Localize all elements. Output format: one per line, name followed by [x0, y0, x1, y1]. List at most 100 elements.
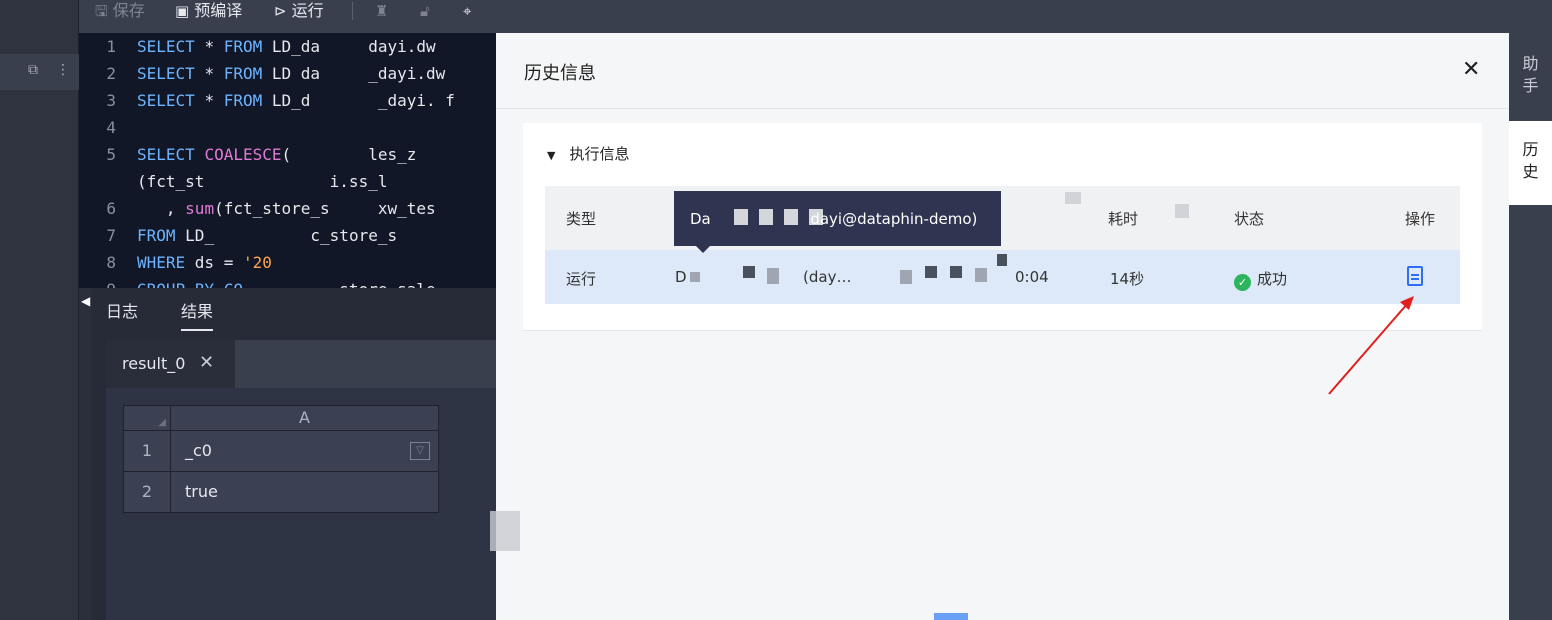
code-token: * — [204, 91, 224, 110]
status-label: 成功 — [1257, 270, 1288, 288]
redacted-block — [925, 266, 937, 278]
table-cell[interactable]: _c0 ▽ — [170, 430, 439, 472]
row-header[interactable]: 2 — [123, 471, 171, 513]
tooltip: Da dayi@dataphin-demo) — [674, 191, 1001, 253]
location-pin-icon: ⌖ — [463, 2, 472, 20]
result-panel: result_0 ✕ ◢ A 1 _c0 ▽ 2 true — [106, 340, 497, 620]
code-token: SELECT — [137, 145, 205, 164]
redacted-block — [784, 209, 798, 225]
run-label: 运行 — [291, 1, 324, 20]
row-time: 0:04 — [1015, 268, 1049, 286]
code-token: _dayi. f — [310, 91, 455, 110]
section-header[interactable]: ▼ 执行信息 — [547, 143, 629, 164]
line-number: 7 — [106, 226, 116, 245]
code-line[interactable]: 6 , sum(fct_store_s xw_tes — [79, 195, 499, 222]
tooltip-suffix: dayi@dataphin-demo) — [810, 210, 978, 228]
line-number: 5 — [106, 145, 116, 164]
assistant-char-1: 助 — [1522, 54, 1539, 73]
brush-icon: ♜ — [375, 2, 389, 20]
history-char-2: 史 — [1522, 162, 1539, 181]
copy-icon[interactable]: ⧉ — [28, 62, 38, 78]
column-duration: 耗时 — [1108, 210, 1139, 228]
check-circle-icon: ✓ — [1234, 274, 1251, 291]
save-label: 保存 — [112, 1, 145, 20]
table-cell[interactable]: true — [170, 471, 439, 513]
left-panel: ⧉ ⋮ — [0, 0, 79, 620]
sql-editor[interactable]: 1 SELECT * FROM LD_da dayi.dw 2 SELECT * FR… — [79, 33, 499, 288]
code-token: SELECT — [137, 64, 205, 83]
more-icon[interactable]: ⋮ — [56, 62, 70, 78]
result-tab-bar: result_0 ✕ — [106, 340, 497, 388]
row-submitter-suffix: (day… — [803, 268, 852, 286]
tab-assistant[interactable]: 助 手 — [1509, 49, 1552, 109]
code-token: ds = — [194, 253, 243, 272]
close-icon[interactable]: ✕ — [199, 352, 214, 373]
line-number: 8 — [106, 253, 116, 272]
tab-history[interactable]: 历 史 — [1509, 121, 1552, 205]
code-token: * — [204, 64, 224, 83]
submitter-prefix: D — [675, 268, 687, 286]
tab-log[interactable]: 日志 — [106, 298, 138, 322]
code-token: les_z — [291, 145, 417, 164]
collapse-arrow-icon[interactable]: ◀ — [81, 294, 90, 308]
code-line[interactable]: 7 FROM LD_ c_store_s — [79, 222, 499, 249]
run-icon: ⊳ — [274, 2, 287, 20]
redacted-block — [490, 511, 520, 551]
run-button[interactable]: ⊳ 运行 — [274, 0, 324, 22]
redacted-block — [809, 209, 823, 225]
code-line[interactable]: 3 SELECT * FROM LD_d _dayi. f — [79, 87, 499, 114]
tooltip-prefix: Da — [690, 210, 711, 228]
filter-icon[interactable]: ▽ — [410, 442, 430, 460]
location-button[interactable]: ⌖ — [463, 0, 471, 22]
code-token: i.ss_l — [204, 172, 388, 191]
code-token: WHERE — [137, 253, 195, 272]
selected-node[interactable]: ⧉ ⋮ — [0, 54, 79, 90]
code-token: _dayi.dw — [320, 64, 446, 83]
lock-icon: 🔓︎ — [420, 2, 430, 20]
code-token: xw_tes — [329, 199, 436, 218]
row-status: ✓ 成功 — [1234, 268, 1287, 291]
code-line[interactable]: 4 — [79, 114, 499, 141]
result-tab[interactable]: result_0 ✕ — [106, 340, 235, 388]
lock-button[interactable]: 🔓︎ — [420, 0, 430, 22]
code-token: , — [137, 199, 186, 218]
redacted-block — [900, 270, 912, 284]
table-row[interactable]: 运行 D (day… 0:04 14秒 ✓ 成功 — [545, 250, 1460, 304]
code-token: SELECT — [137, 91, 205, 110]
close-icon[interactable]: ✕ — [1462, 57, 1480, 82]
document-icon[interactable] — [1407, 266, 1423, 286]
code-token: FROM — [137, 226, 186, 245]
code-line[interactable]: (fct_st i.ss_l — [79, 168, 499, 195]
code-line[interactable]: 5 SELECT COALESCE( les_z — [79, 141, 499, 168]
code-token: LD_d — [271, 91, 311, 110]
line-number: 3 — [106, 91, 116, 110]
code-token: c_store_s — [214, 226, 398, 245]
precompile-button[interactable]: ▣ 预编译 — [175, 0, 242, 22]
caret-down-icon[interactable]: ▼ — [547, 149, 555, 162]
execution-info-card: ▼ 执行信息 类型 耗时 状态 操作 运行 D (day… 0:04 14秒 ✓… — [523, 123, 1482, 331]
precompile-icon: ▣ — [175, 2, 190, 20]
redacted-block — [1065, 192, 1081, 204]
grid-corner[interactable]: ◢ — [123, 405, 171, 431]
editor-toolbar: 🖫 保存 ▣ 预编译 ⊳ 运行 ♜ 🔓︎ ⌖ — [79, 0, 1552, 33]
line-number: 6 — [106, 199, 116, 218]
column-header-a[interactable]: A — [170, 405, 439, 431]
code-token: GROUP BY CO — [137, 280, 243, 288]
code-line[interactable]: 9GROUP BY CO store_sale — [79, 276, 499, 288]
tab-result[interactable]: 结果 — [181, 298, 214, 331]
code-line[interactable]: 2 SELECT * FROM LD da _dayi.dw — [79, 60, 499, 87]
format-button[interactable]: ♜ — [375, 0, 388, 22]
redacted-block — [743, 266, 755, 278]
code-token: SELECT — [137, 37, 205, 56]
redacted-block — [997, 254, 1007, 266]
redacted-block — [767, 268, 779, 284]
code-line[interactable]: 8 WHERE ds = '20 — [79, 249, 499, 276]
code-token: (fct_st — [137, 172, 205, 191]
code-line[interactable]: 1 SELECT * FROM LD_da dayi.dw — [79, 33, 499, 60]
loading-indicator — [934, 613, 968, 620]
row-header[interactable]: 1 — [123, 430, 171, 472]
result-tab-label: result_0 — [122, 354, 186, 373]
code-token: COALESCE — [204, 145, 282, 164]
line-number: 9 — [79, 276, 137, 288]
save-button[interactable]: 🖫 保存 — [95, 0, 145, 22]
